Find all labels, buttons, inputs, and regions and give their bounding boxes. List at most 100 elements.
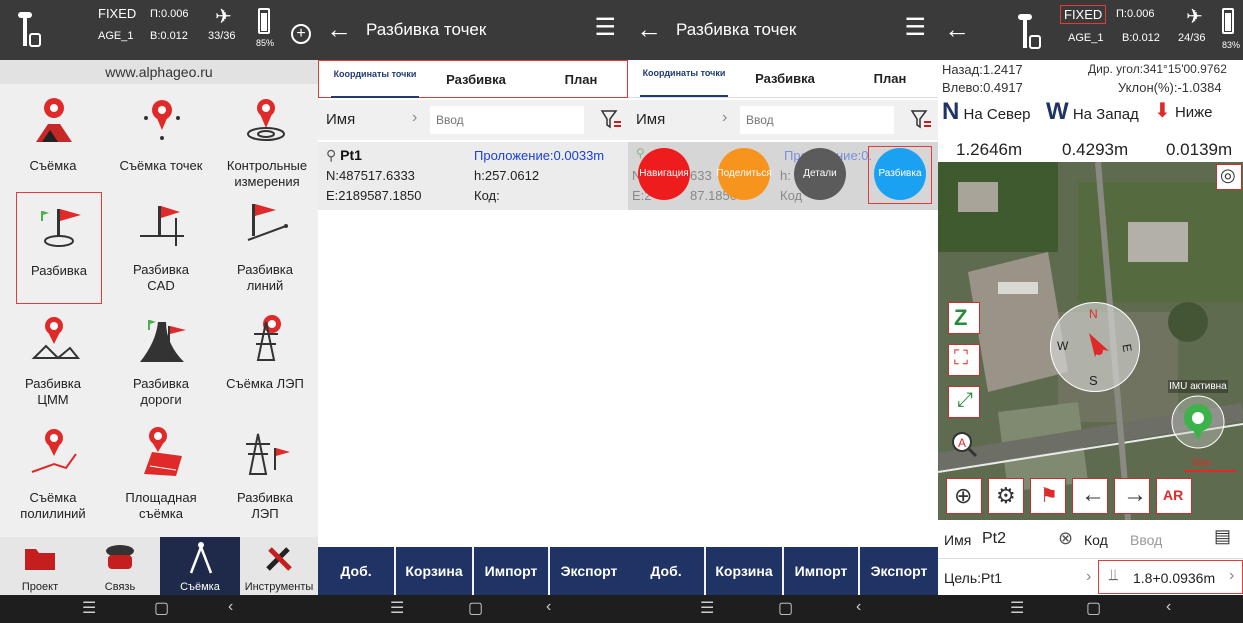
tab-stakeout[interactable]: Разбивка	[431, 61, 521, 99]
code-input[interactable]: Ввод	[1130, 532, 1162, 548]
chevron-right-icon[interactable]: ›	[722, 109, 727, 127]
tab-survey[interactable]: Съёмка	[160, 537, 240, 595]
pole-height-box[interactable]: ⫫ 1.8+0.0936m ›	[1098, 560, 1243, 594]
stake-line-button[interactable]: ⤢	[948, 386, 980, 418]
tile-stakeout-road[interactable]: Разбивка дороги	[118, 306, 204, 418]
back-arrow-icon[interactable]: ←	[636, 14, 662, 44]
area-survey-icon	[144, 427, 182, 476]
point-n: N:487517.6333	[326, 168, 415, 183]
search-input[interactable]	[740, 106, 894, 134]
tile-survey[interactable]: Съёмка	[10, 88, 96, 200]
back-icon[interactable]: ‹	[856, 598, 861, 616]
tab-point-coords[interactable]: Координаты точки	[640, 60, 728, 98]
list-menu-icon[interactable]: ☰	[594, 16, 616, 40]
home-icon[interactable]: ▢	[468, 598, 483, 618]
tile-control-measure[interactable]: Контрольные измерения	[222, 88, 312, 200]
tile-powerline-survey[interactable]: Съёмка ЛЭП	[222, 306, 308, 418]
tab-plan[interactable]: План	[850, 60, 930, 98]
point-row[interactable]: ⚲ Pt1 N:487517.6333 E:2189587.1850 Проло…	[318, 142, 628, 210]
add-icon[interactable]: +	[291, 24, 311, 44]
chevron-right-icon[interactable]: ›	[1086, 568, 1091, 586]
home-icon[interactable]: ▢	[778, 598, 793, 618]
next-point-button[interactable]: →	[1114, 478, 1150, 514]
export-button[interactable]: Экспорт	[550, 547, 628, 595]
back-arrow-icon[interactable]: ←	[326, 14, 352, 44]
share-bubble[interactable]: Поделиться	[716, 148, 772, 200]
tab-tools[interactable]: Инструменты	[240, 537, 318, 595]
tab-project[interactable]: Проект	[0, 537, 80, 595]
menu-icon[interactable]: ☰	[390, 598, 404, 618]
trash-button[interactable]: Корзина	[396, 547, 472, 595]
location-pin-icon[interactable]	[1170, 394, 1226, 450]
stakeout-points-panel: ← Разбивка точек ☰ Координаты точки Разб…	[318, 0, 628, 623]
north-direction: N На Север	[942, 98, 1031, 125]
trash-button[interactable]: Корзина	[706, 547, 782, 595]
import-button[interactable]: Импорт	[784, 547, 858, 595]
code-library-icon[interactable]: ▤	[1214, 526, 1231, 547]
ar-button[interactable]: AR	[1156, 478, 1192, 514]
tile-stakeout[interactable]: Разбивка	[16, 192, 102, 304]
navigation-bubble[interactable]: Навигация	[638, 148, 690, 200]
stakeout-dtm-icon	[31, 317, 80, 360]
fit-extent-button[interactable]: ⛶	[948, 344, 980, 376]
back-arrow-icon[interactable]: ←	[944, 14, 970, 45]
satellite-map[interactable]: N E S W IMU активна 50m Z ⛶ ⤢ A ◎	[938, 162, 1243, 520]
map-layers-button[interactable]: ◎	[1216, 164, 1242, 190]
back-icon[interactable]: ‹	[1166, 598, 1171, 616]
previous-point-button[interactable]: ←	[1072, 478, 1108, 514]
list-menu-icon[interactable]: ☰	[904, 16, 926, 40]
point-code: Код:	[474, 188, 500, 203]
details-bubble[interactable]: Детали	[794, 148, 846, 200]
tile-stakeout-dtm[interactable]: Разбивка ЦММ	[10, 306, 96, 418]
gnss-receiver-icon[interactable]	[1012, 10, 1046, 54]
stakeout-bubble[interactable]: Разбивка	[874, 148, 926, 200]
locate-button[interactable]: ⊕	[946, 478, 982, 514]
tile-area-survey[interactable]: Площадная съёмка	[118, 420, 204, 532]
point-survey-icon	[144, 100, 180, 140]
stakeout-cad-icon	[140, 206, 184, 246]
tab-connection[interactable]: Связь	[80, 537, 160, 595]
tile-point-survey[interactable]: Съёмка точек	[118, 88, 204, 200]
tab-plan[interactable]: План	[541, 61, 621, 99]
target-label[interactable]: Цель:Pt1	[944, 570, 1002, 586]
stake-flag-button[interactable]: ⚑	[1030, 478, 1066, 514]
filter-icon[interactable]	[600, 108, 622, 130]
settings-button[interactable]: ⚙	[988, 478, 1024, 514]
locate-icon: ⊕	[954, 483, 973, 508]
tab-stakeout[interactable]: Разбивка	[740, 60, 830, 98]
tab-label: Связь	[104, 581, 136, 593]
tile-stakeout-cad[interactable]: Разбивка CAD	[118, 192, 204, 304]
zoom-to-point-button[interactable]: Z	[948, 302, 980, 334]
tab-point-coords[interactable]: Координаты точки	[331, 61, 419, 99]
down-value: 0.0139m	[1166, 140, 1233, 159]
gnss-receiver-icon[interactable]	[12, 8, 46, 52]
menu-icon[interactable]: ☰	[700, 598, 714, 618]
compass-east: E	[1119, 342, 1135, 354]
tile-label: Разбивка дороги	[133, 376, 189, 407]
add-button[interactable]: Доб.	[628, 547, 704, 595]
back-icon[interactable]: ‹	[546, 598, 551, 616]
tile-stakeout-lines[interactable]: Разбивка линий	[222, 192, 308, 304]
chevron-right-icon[interactable]: ›	[412, 109, 417, 127]
name-input[interactable]: Pt2	[982, 530, 1006, 548]
satellite-count: 33/36	[208, 30, 236, 42]
menu-icon[interactable]: ☰	[82, 598, 96, 618]
search-field-label[interactable]: Имя	[326, 111, 355, 128]
tile-powerline-stakeout[interactable]: Разбивка ЛЭП	[222, 420, 308, 532]
stakeout-road-icon	[140, 320, 186, 362]
tile-label: Съёмка ЛЭП	[226, 376, 304, 391]
clear-icon[interactable]: ⊗	[1058, 528, 1073, 549]
add-button[interactable]: Доб.	[318, 547, 394, 595]
tile-polyline-survey[interactable]: Съёмка полилиний	[10, 420, 96, 532]
back-icon[interactable]: ‹	[228, 598, 233, 616]
filter-icon[interactable]	[910, 108, 932, 130]
import-button[interactable]: Импорт	[474, 547, 548, 595]
home-icon[interactable]: ▢	[1086, 598, 1101, 618]
search-field-label[interactable]: Имя	[636, 111, 665, 128]
auto-zoom-button[interactable]: A	[950, 430, 978, 458]
home-icon[interactable]: ▢	[154, 598, 169, 618]
search-input[interactable]	[430, 106, 584, 134]
menu-icon[interactable]: ☰	[1010, 598, 1024, 618]
back-distance: Назад:1.2417	[942, 62, 1023, 77]
export-button[interactable]: Экспорт	[860, 547, 938, 595]
